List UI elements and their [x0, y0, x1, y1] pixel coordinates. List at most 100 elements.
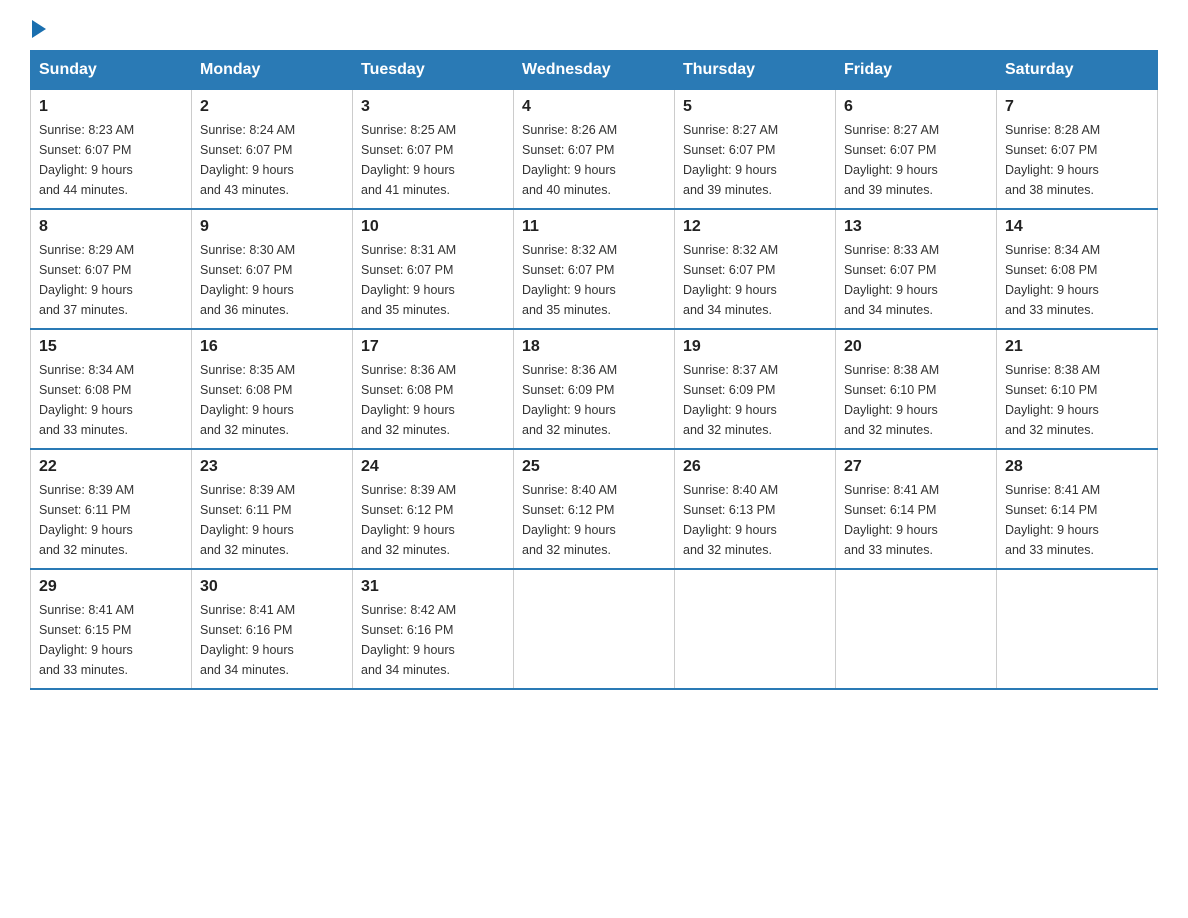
calendar-cell [514, 569, 675, 689]
calendar-cell: 20 Sunrise: 8:38 AM Sunset: 6:10 PM Dayl… [836, 329, 997, 449]
day-header-tuesday: Tuesday [353, 51, 514, 90]
day-number: 10 [361, 218, 505, 236]
logo [30, 20, 46, 30]
day-number: 25 [522, 458, 666, 476]
day-info: Sunrise: 8:40 AM Sunset: 6:13 PM Dayligh… [683, 480, 827, 560]
day-info: Sunrise: 8:25 AM Sunset: 6:07 PM Dayligh… [361, 120, 505, 200]
day-number: 21 [1005, 338, 1149, 356]
day-info: Sunrise: 8:39 AM Sunset: 6:11 PM Dayligh… [39, 480, 183, 560]
calendar-cell: 13 Sunrise: 8:33 AM Sunset: 6:07 PM Dayl… [836, 209, 997, 329]
day-info: Sunrise: 8:31 AM Sunset: 6:07 PM Dayligh… [361, 240, 505, 320]
calendar-cell: 28 Sunrise: 8:41 AM Sunset: 6:14 PM Dayl… [997, 449, 1158, 569]
calendar-table: SundayMondayTuesdayWednesdayThursdayFrid… [30, 50, 1158, 690]
day-number: 17 [361, 338, 505, 356]
calendar-week-row: 29 Sunrise: 8:41 AM Sunset: 6:15 PM Dayl… [31, 569, 1158, 689]
calendar-cell [997, 569, 1158, 689]
day-info: Sunrise: 8:40 AM Sunset: 6:12 PM Dayligh… [522, 480, 666, 560]
day-info: Sunrise: 8:36 AM Sunset: 6:08 PM Dayligh… [361, 360, 505, 440]
day-header-saturday: Saturday [997, 51, 1158, 90]
calendar-cell: 12 Sunrise: 8:32 AM Sunset: 6:07 PM Dayl… [675, 209, 836, 329]
calendar-cell: 24 Sunrise: 8:39 AM Sunset: 6:12 PM Dayl… [353, 449, 514, 569]
day-info: Sunrise: 8:28 AM Sunset: 6:07 PM Dayligh… [1005, 120, 1149, 200]
day-number: 3 [361, 98, 505, 116]
day-info: Sunrise: 8:39 AM Sunset: 6:12 PM Dayligh… [361, 480, 505, 560]
day-number: 27 [844, 458, 988, 476]
calendar-cell: 26 Sunrise: 8:40 AM Sunset: 6:13 PM Dayl… [675, 449, 836, 569]
day-info: Sunrise: 8:41 AM Sunset: 6:14 PM Dayligh… [1005, 480, 1149, 560]
calendar-cell [675, 569, 836, 689]
logo-arrow-icon [32, 20, 46, 38]
day-header-thursday: Thursday [675, 51, 836, 90]
day-info: Sunrise: 8:32 AM Sunset: 6:07 PM Dayligh… [683, 240, 827, 320]
day-number: 11 [522, 218, 666, 236]
calendar-cell: 23 Sunrise: 8:39 AM Sunset: 6:11 PM Dayl… [192, 449, 353, 569]
day-info: Sunrise: 8:30 AM Sunset: 6:07 PM Dayligh… [200, 240, 344, 320]
calendar-cell: 14 Sunrise: 8:34 AM Sunset: 6:08 PM Dayl… [997, 209, 1158, 329]
day-info: Sunrise: 8:24 AM Sunset: 6:07 PM Dayligh… [200, 120, 344, 200]
day-number: 1 [39, 98, 183, 116]
day-number: 28 [1005, 458, 1149, 476]
calendar-cell: 11 Sunrise: 8:32 AM Sunset: 6:07 PM Dayl… [514, 209, 675, 329]
calendar-cell: 5 Sunrise: 8:27 AM Sunset: 6:07 PM Dayli… [675, 90, 836, 210]
day-number: 15 [39, 338, 183, 356]
day-info: Sunrise: 8:23 AM Sunset: 6:07 PM Dayligh… [39, 120, 183, 200]
day-info: Sunrise: 8:38 AM Sunset: 6:10 PM Dayligh… [1005, 360, 1149, 440]
day-header-wednesday: Wednesday [514, 51, 675, 90]
calendar-cell: 29 Sunrise: 8:41 AM Sunset: 6:15 PM Dayl… [31, 569, 192, 689]
calendar-cell: 25 Sunrise: 8:40 AM Sunset: 6:12 PM Dayl… [514, 449, 675, 569]
day-header-friday: Friday [836, 51, 997, 90]
day-number: 23 [200, 458, 344, 476]
calendar-cell: 27 Sunrise: 8:41 AM Sunset: 6:14 PM Dayl… [836, 449, 997, 569]
calendar-cell: 3 Sunrise: 8:25 AM Sunset: 6:07 PM Dayli… [353, 90, 514, 210]
day-number: 26 [683, 458, 827, 476]
day-info: Sunrise: 8:32 AM Sunset: 6:07 PM Dayligh… [522, 240, 666, 320]
calendar-cell: 10 Sunrise: 8:31 AM Sunset: 6:07 PM Dayl… [353, 209, 514, 329]
calendar-cell: 16 Sunrise: 8:35 AM Sunset: 6:08 PM Dayl… [192, 329, 353, 449]
day-number: 31 [361, 578, 505, 596]
calendar-cell: 22 Sunrise: 8:39 AM Sunset: 6:11 PM Dayl… [31, 449, 192, 569]
day-info: Sunrise: 8:26 AM Sunset: 6:07 PM Dayligh… [522, 120, 666, 200]
calendar-week-row: 15 Sunrise: 8:34 AM Sunset: 6:08 PM Dayl… [31, 329, 1158, 449]
day-header-sunday: Sunday [31, 51, 192, 90]
day-info: Sunrise: 8:27 AM Sunset: 6:07 PM Dayligh… [683, 120, 827, 200]
calendar-cell: 1 Sunrise: 8:23 AM Sunset: 6:07 PM Dayli… [31, 90, 192, 210]
day-info: Sunrise: 8:35 AM Sunset: 6:08 PM Dayligh… [200, 360, 344, 440]
day-info: Sunrise: 8:41 AM Sunset: 6:16 PM Dayligh… [200, 600, 344, 680]
calendar-cell: 21 Sunrise: 8:38 AM Sunset: 6:10 PM Dayl… [997, 329, 1158, 449]
day-number: 19 [683, 338, 827, 356]
day-info: Sunrise: 8:29 AM Sunset: 6:07 PM Dayligh… [39, 240, 183, 320]
day-info: Sunrise: 8:34 AM Sunset: 6:08 PM Dayligh… [1005, 240, 1149, 320]
calendar-week-row: 22 Sunrise: 8:39 AM Sunset: 6:11 PM Dayl… [31, 449, 1158, 569]
calendar-cell: 6 Sunrise: 8:27 AM Sunset: 6:07 PM Dayli… [836, 90, 997, 210]
day-info: Sunrise: 8:37 AM Sunset: 6:09 PM Dayligh… [683, 360, 827, 440]
day-info: Sunrise: 8:42 AM Sunset: 6:16 PM Dayligh… [361, 600, 505, 680]
calendar-cell: 8 Sunrise: 8:29 AM Sunset: 6:07 PM Dayli… [31, 209, 192, 329]
calendar-cell: 7 Sunrise: 8:28 AM Sunset: 6:07 PM Dayli… [997, 90, 1158, 210]
day-number: 24 [361, 458, 505, 476]
day-info: Sunrise: 8:41 AM Sunset: 6:14 PM Dayligh… [844, 480, 988, 560]
calendar-cell: 15 Sunrise: 8:34 AM Sunset: 6:08 PM Dayl… [31, 329, 192, 449]
calendar-cell: 2 Sunrise: 8:24 AM Sunset: 6:07 PM Dayli… [192, 90, 353, 210]
day-number: 4 [522, 98, 666, 116]
calendar-week-row: 8 Sunrise: 8:29 AM Sunset: 6:07 PM Dayli… [31, 209, 1158, 329]
day-info: Sunrise: 8:33 AM Sunset: 6:07 PM Dayligh… [844, 240, 988, 320]
day-number: 6 [844, 98, 988, 116]
day-number: 16 [200, 338, 344, 356]
calendar-cell: 4 Sunrise: 8:26 AM Sunset: 6:07 PM Dayli… [514, 90, 675, 210]
calendar-week-row: 1 Sunrise: 8:23 AM Sunset: 6:07 PM Dayli… [31, 90, 1158, 210]
day-number: 30 [200, 578, 344, 596]
calendar-cell: 9 Sunrise: 8:30 AM Sunset: 6:07 PM Dayli… [192, 209, 353, 329]
calendar-cell [836, 569, 997, 689]
calendar-cell: 17 Sunrise: 8:36 AM Sunset: 6:08 PM Dayl… [353, 329, 514, 449]
day-number: 18 [522, 338, 666, 356]
day-number: 2 [200, 98, 344, 116]
day-number: 22 [39, 458, 183, 476]
day-number: 7 [1005, 98, 1149, 116]
calendar-cell: 19 Sunrise: 8:37 AM Sunset: 6:09 PM Dayl… [675, 329, 836, 449]
page-header [30, 20, 1158, 30]
day-info: Sunrise: 8:36 AM Sunset: 6:09 PM Dayligh… [522, 360, 666, 440]
day-info: Sunrise: 8:39 AM Sunset: 6:11 PM Dayligh… [200, 480, 344, 560]
day-number: 20 [844, 338, 988, 356]
day-number: 8 [39, 218, 183, 236]
calendar-cell: 31 Sunrise: 8:42 AM Sunset: 6:16 PM Dayl… [353, 569, 514, 689]
